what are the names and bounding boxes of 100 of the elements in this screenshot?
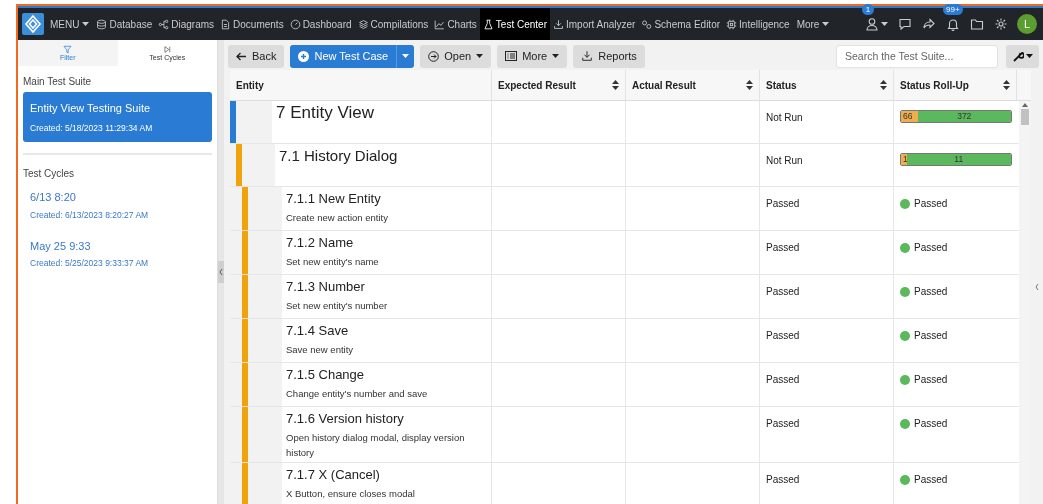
test-case-description: Change entity's number and save bbox=[286, 387, 429, 401]
logo-icon[interactable] bbox=[22, 13, 44, 35]
test-case-description: Save new entity bbox=[286, 343, 355, 357]
status-text: Passed bbox=[766, 418, 800, 429]
filter-icon bbox=[63, 44, 73, 54]
test-cycle-link[interactable]: May 25 9:33 bbox=[30, 237, 212, 254]
database-icon bbox=[96, 18, 108, 30]
open-button[interactable]: Open bbox=[420, 44, 492, 68]
column-header[interactable]: Status Roll-Up bbox=[900, 77, 969, 93]
test-case-description: Create new action entity bbox=[286, 211, 389, 225]
menu-button[interactable]: MENU bbox=[50, 16, 90, 32]
status-text: Passed bbox=[914, 473, 948, 487]
test-case-title[interactable]: 7.1.2 Name bbox=[286, 235, 483, 251]
caret-icon bbox=[476, 54, 484, 58]
test-case-title[interactable]: 7.1 History Dialog bbox=[279, 148, 483, 164]
created-date: Created: 6/13/2023 8:20:27 AM bbox=[30, 208, 150, 222]
share-icon[interactable] bbox=[922, 17, 936, 31]
status-text: Passed bbox=[766, 198, 800, 209]
test-case-title[interactable]: 7.1.3 Number bbox=[286, 279, 483, 295]
section-heading: Main Test Suite bbox=[23, 75, 93, 89]
status-text: Passed bbox=[914, 241, 948, 255]
layers-icon bbox=[357, 18, 369, 30]
test-case-title[interactable]: 7.1.7 X (Cancel) bbox=[286, 467, 483, 483]
status-text: Not Run bbox=[766, 112, 803, 123]
nav-tab[interactable]: Diagrams bbox=[155, 8, 218, 40]
back-button[interactable]: Back bbox=[228, 44, 285, 68]
test-case-title[interactable]: 7 Entity View bbox=[276, 105, 483, 121]
download-icon bbox=[552, 18, 564, 30]
scrollbar-thumb[interactable] bbox=[1021, 109, 1029, 125]
test-case-description: Open history dialog modal, display version history bbox=[286, 431, 466, 460]
nav-tab[interactable]: Charts bbox=[431, 8, 480, 40]
folder-icon[interactable] bbox=[970, 17, 984, 31]
flask-icon bbox=[482, 18, 494, 30]
created-date: Created: 5/25/2023 9:33:37 AM bbox=[30, 257, 150, 270]
chart-icon bbox=[434, 18, 446, 30]
download-icon bbox=[581, 50, 594, 62]
user-icon[interactable] bbox=[865, 17, 879, 31]
status-text: Passed bbox=[914, 285, 948, 299]
test-case-description: Set new entity's name bbox=[286, 255, 380, 269]
test-cycle-link[interactable]: 6/13 8:20 bbox=[30, 189, 212, 206]
rollup-segment: 11 bbox=[906, 154, 1011, 165]
status-text: Not Run bbox=[766, 155, 803, 166]
notification-icon[interactable] bbox=[946, 17, 960, 31]
comment-icon[interactable] bbox=[898, 17, 912, 31]
plus-circle-icon bbox=[298, 50, 310, 62]
wrench-button[interactable] bbox=[1006, 44, 1039, 68]
nav-tab[interactable]: Test Center bbox=[479, 8, 550, 40]
section-heading: Test Cycles bbox=[23, 167, 76, 182]
document-icon bbox=[220, 18, 232, 30]
scroll-up-icon[interactable] bbox=[1022, 103, 1028, 107]
step-icon bbox=[162, 44, 172, 54]
rollup-segment: 1 bbox=[901, 154, 907, 165]
nav-tab[interactable]: Documents bbox=[217, 8, 287, 40]
sort-icon[interactable] bbox=[612, 80, 619, 90]
gauge-icon bbox=[289, 18, 301, 30]
status-text: Passed bbox=[766, 374, 800, 385]
reports-button[interactable]: Reports bbox=[573, 44, 645, 68]
column-header[interactable]: Expected Result bbox=[498, 77, 576, 93]
caret-icon bbox=[82, 22, 90, 26]
test-case-title[interactable]: 7.1.5 Change bbox=[286, 367, 483, 383]
list-icon bbox=[505, 51, 518, 61]
search-field[interactable]: Search the Test Suite... bbox=[836, 44, 998, 68]
test-case-title[interactable]: 7.1.1 New Entity bbox=[286, 191, 483, 207]
arrow-left-icon bbox=[236, 51, 247, 61]
suite-name: Entity View Testing Suite bbox=[30, 101, 152, 116]
caret-icon bbox=[402, 54, 410, 58]
settings-icon[interactable] bbox=[994, 17, 1008, 31]
nav-tab[interactable]: Import Analyzer bbox=[549, 8, 639, 40]
diagram-icon bbox=[158, 18, 170, 30]
nav-tab[interactable]: Compilations bbox=[354, 8, 432, 40]
collapse-handle-icon[interactable] bbox=[218, 261, 224, 283]
test-case-title[interactable]: 7.1.6 Version history bbox=[286, 411, 483, 427]
sort-icon[interactable] bbox=[1003, 80, 1010, 90]
column-header[interactable]: Entity bbox=[236, 77, 264, 93]
nav-tab[interactable]: Database bbox=[93, 8, 156, 40]
suite-card[interactable]: Entity View Testing Suite Created: 5/18/2023 11:29:34 AM bbox=[23, 92, 212, 143]
column-header[interactable]: Actual Result bbox=[632, 77, 696, 93]
sort-icon[interactable] bbox=[746, 80, 753, 90]
test-case-description: X Button, ensure closes modal bbox=[286, 487, 416, 501]
rollup-segment: 372 bbox=[917, 111, 1011, 122]
nav-tab[interactable]: Dashboard bbox=[286, 8, 355, 40]
sort-icon[interactable] bbox=[880, 80, 887, 90]
test-case-title[interactable]: 7.1.4 Save bbox=[286, 323, 483, 339]
status-text: Passed bbox=[766, 330, 800, 341]
caret-icon bbox=[881, 22, 888, 26]
status-text: Passed bbox=[914, 197, 948, 211]
nav-tab[interactable]: Schema Editor bbox=[638, 8, 724, 40]
arrow-circle-icon bbox=[428, 50, 440, 62]
caret-icon bbox=[1025, 54, 1033, 58]
column-header[interactable]: Status bbox=[766, 77, 797, 93]
nav-tab[interactable]: Intelligence bbox=[723, 8, 793, 40]
status-text: Passed bbox=[766, 242, 800, 253]
more-menu-button[interactable]: More bbox=[792, 16, 834, 32]
count-badge: 99+ bbox=[943, 4, 963, 15]
more-button[interactable]: More bbox=[497, 44, 568, 68]
created-date: Created: 5/18/2023 11:29:34 AM bbox=[30, 121, 154, 135]
status-text: Passed bbox=[914, 373, 948, 387]
status-text: Passed bbox=[914, 417, 948, 431]
test-case-description: Set new entity's number bbox=[286, 299, 389, 313]
count-badge: 1 bbox=[862, 4, 874, 15]
